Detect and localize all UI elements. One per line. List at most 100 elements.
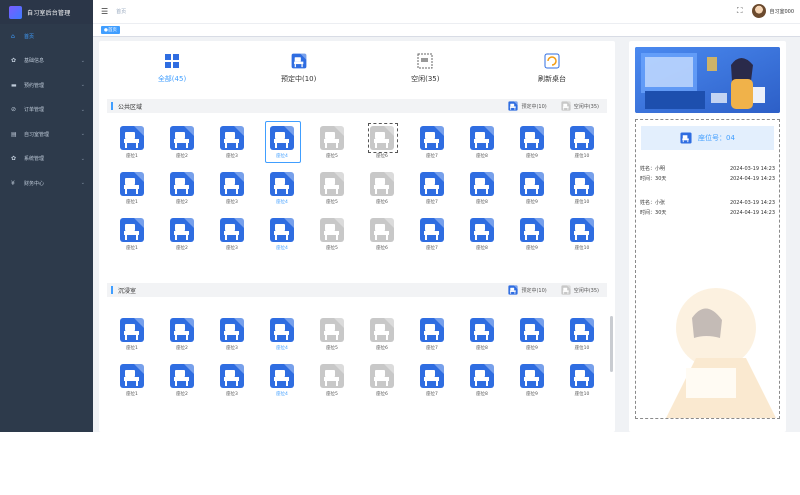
avatar[interactable]: [752, 4, 767, 18]
seat-icon: [370, 364, 394, 388]
seat-7[interactable]: 座位7: [414, 217, 450, 251]
free-count[interactable]: 空闲中(35): [561, 285, 599, 295]
seat-icon: [520, 126, 544, 150]
sidebar-item-6[interactable]: ¥ 财务中心 ⌄: [0, 171, 93, 196]
seat-4[interactable]: 座位4: [264, 217, 300, 251]
sidebar-item-0[interactable]: ⌂ 首页: [0, 24, 93, 49]
record-time-line: 时间：30天 2024-04-19 14:23: [640, 174, 775, 184]
seat-6[interactable]: 座位6: [364, 317, 400, 351]
reserved-label: 预定中(10): [521, 103, 547, 110]
seat-1[interactable]: 座位1: [114, 125, 150, 159]
reserved-count[interactable]: 预定中(10): [508, 101, 547, 111]
seat-4[interactable]: 座位4: [264, 317, 300, 351]
seat-3[interactable]: 座位3: [214, 363, 250, 397]
sidebar-item-2[interactable]: ▬ 预约管理 ⌄: [0, 73, 93, 98]
seat-6[interactable]: 座位6: [364, 171, 400, 205]
seat-8[interactable]: 座位8: [464, 171, 500, 205]
seat-label: 座位7: [426, 346, 438, 351]
user-name[interactable]: 自习室000: [769, 8, 794, 15]
seat-3[interactable]: 座位3: [214, 125, 250, 159]
seat-6[interactable]: 座位6: [364, 363, 400, 397]
seat-grid: 座位1 座位2 座位3 座位4 座位5 座位6 座位7 座位8 座位9 座位10 座位1 座位2 座位3…: [107, 121, 607, 251]
seat-2[interactable]: 座位2: [164, 363, 200, 397]
reserved-count[interactable]: 预定中(10): [508, 285, 547, 295]
seat-6[interactable]: 座位6: [364, 217, 400, 251]
seat-7[interactable]: 座位7: [414, 125, 450, 159]
seat-4[interactable]: 座位4: [264, 363, 300, 397]
seat-icon: [170, 172, 194, 196]
seat-10[interactable]: 座位10: [564, 125, 600, 159]
sidebar-item-3[interactable]: ⊘ 订单管理 ⌄: [0, 98, 93, 123]
sidebar-item-1[interactable]: ✿ 基础信息 ⌄: [0, 49, 93, 74]
seat-5[interactable]: 座位5: [314, 317, 350, 351]
seat-icon: [520, 364, 544, 388]
seat-4[interactable]: 座位4: [264, 121, 301, 163]
seat-10[interactable]: 座位10: [564, 171, 600, 205]
tag-home[interactable]: ● 首页: [101, 26, 120, 34]
seat-3[interactable]: 座位3: [214, 217, 250, 251]
filter-free[interactable]: 空闲(35): [380, 53, 470, 93]
seat-icon: [370, 218, 394, 242]
seat-5[interactable]: 座位5: [314, 217, 350, 251]
seat-8[interactable]: 座位8: [464, 217, 500, 251]
seat-9[interactable]: 座位9: [514, 171, 550, 205]
seat-1[interactable]: 座位1: [114, 171, 150, 205]
seat-label: 座位3: [226, 154, 238, 159]
sidebar-item-4[interactable]: ▤ 自习室管理 ⌄: [0, 122, 93, 147]
seat-label: 座位9: [526, 154, 538, 159]
seat-1[interactable]: 座位1: [114, 217, 150, 251]
seat-label: 座位2: [176, 392, 188, 397]
seat-label: 座位4: [276, 392, 288, 397]
seat-label: 座位6: [376, 246, 388, 251]
reservation-record: 姓名：小张 2024-03-19 14:23 时间：30天 2024-04-19 14…: [636, 198, 779, 218]
seat-10[interactable]: 座位10: [564, 317, 600, 351]
seat-10[interactable]: 座位10: [564, 363, 600, 397]
seat-8[interactable]: 座位8: [464, 363, 500, 397]
section-stats: 预定中(10) 空闲中(35): [494, 285, 599, 295]
fullscreen-icon[interactable]: ⛶: [737, 6, 743, 16]
seat-3[interactable]: 座位3: [214, 171, 250, 205]
filter-all[interactable]: 全部(45): [127, 53, 217, 93]
filter-reserved[interactable]: 预定中(10): [254, 53, 344, 93]
seat-2[interactable]: 座位2: [164, 125, 200, 159]
seat-2[interactable]: 座位2: [164, 217, 200, 251]
seat-7[interactable]: 座位7: [414, 363, 450, 397]
seat-2[interactable]: 座位2: [164, 317, 200, 351]
sidebar: 自习室后台管理 ⌂ 首页 ✿ 基础信息 ⌄ ▬ 预约管理 ⌄ ⊘ 订单管理 ⌄ ▤ 自习室管理 ⌄ ✿ 系统管…: [0, 0, 93, 432]
seat-6[interactable]: 座位6: [364, 123, 400, 159]
seat-9[interactable]: 座位9: [514, 125, 550, 159]
seat-5[interactable]: 座位5: [314, 171, 350, 205]
seat-label: 座位10: [574, 154, 590, 159]
seat-7[interactable]: 座位7: [414, 171, 450, 205]
seat-5[interactable]: 座位5: [314, 363, 350, 397]
seat-icon: [320, 364, 344, 388]
seat-icon: [420, 218, 444, 242]
scrollbar[interactable]: [610, 316, 613, 372]
seat-label: 座位10: [574, 246, 590, 251]
seat-7[interactable]: 座位7: [414, 317, 450, 351]
seat-icon: [508, 101, 519, 111]
seat-2[interactable]: 座位2: [164, 171, 200, 205]
seat-label: 座位2: [176, 246, 188, 251]
breadcrumb[interactable]: 首页: [116, 8, 126, 15]
seat-9[interactable]: 座位9: [514, 363, 550, 397]
seat-4[interactable]: 座位4: [264, 171, 300, 205]
seat-3[interactable]: 座位3: [214, 317, 250, 351]
seat-label: 座位8: [476, 246, 488, 251]
seat-8[interactable]: 座位8: [464, 125, 500, 159]
seat-9[interactable]: 座位9: [514, 217, 550, 251]
seat-9[interactable]: 座位9: [514, 317, 550, 351]
seat-1[interactable]: 座位1: [114, 317, 150, 351]
sidebar-item-5[interactable]: ✿ 系统管理 ⌄: [0, 147, 93, 172]
menu-toggle-icon[interactable]: ☰: [101, 7, 108, 16]
seat-5[interactable]: 座位5: [314, 125, 350, 159]
seat-1[interactable]: 座位1: [114, 363, 150, 397]
seat-label: 座位5: [326, 246, 338, 251]
refresh-button[interactable]: 刷新桌台: [507, 53, 597, 93]
seat-icon: [561, 101, 571, 111]
seat-8[interactable]: 座位8: [464, 317, 500, 351]
free-count[interactable]: 空闲中(35): [561, 101, 599, 111]
seat-10[interactable]: 座位10: [564, 217, 600, 251]
seat-icon: [270, 318, 294, 342]
seat-icon: [120, 126, 144, 150]
